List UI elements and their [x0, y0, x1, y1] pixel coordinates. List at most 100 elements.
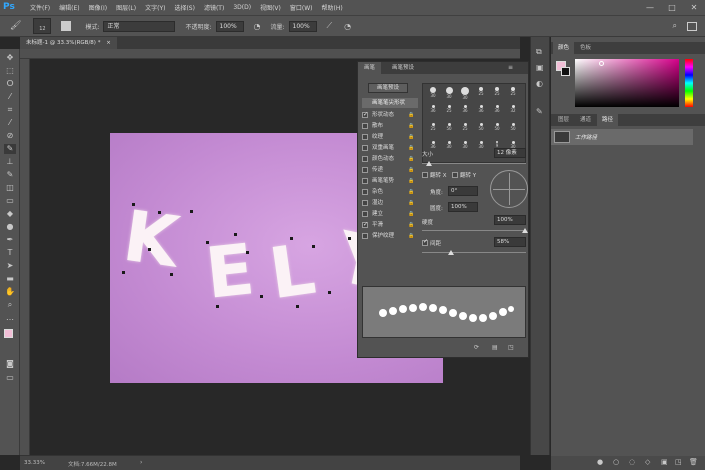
lock-icon[interactable]: 🔒 [408, 198, 414, 208]
spacing-slider-knob[interactable] [448, 250, 454, 255]
brush-tip[interactable]: 36 [475, 105, 487, 116]
path-anchor[interactable] [348, 237, 351, 240]
quick-mask-icon[interactable]: ◙ [4, 359, 16, 369]
menu-filter[interactable]: 滤镜(T) [204, 3, 224, 12]
dodge-tool-icon[interactable]: ● [4, 222, 16, 232]
size-field[interactable]: 12 像素 [494, 148, 526, 158]
brush-tip[interactable]: 30 [443, 141, 455, 152]
brush-tip[interactable]: 30 [459, 141, 471, 152]
brush-option-item[interactable]: 散布 🔒 [362, 121, 418, 131]
brush-tip[interactable]: 30 [475, 141, 487, 152]
brush-option-checkbox[interactable] [362, 156, 368, 162]
brush-option-checkbox[interactable] [362, 211, 368, 217]
hardness-field[interactable]: 100% [494, 215, 526, 225]
path-anchor[interactable] [148, 248, 151, 251]
brush-tool-icon[interactable]: ✎ [4, 144, 16, 154]
menu-type[interactable]: 文字(Y) [145, 3, 165, 12]
brush-presets-button[interactable]: 画笔预设 [368, 83, 408, 93]
search-icon[interactable]: ⌕ [673, 21, 677, 31]
brush-tip[interactable]: 50 [491, 123, 503, 134]
eraser-tool-icon[interactable]: ◫ [4, 183, 16, 193]
lock-icon[interactable]: 🔒 [408, 132, 414, 142]
more-tools-icon[interactable]: … [4, 313, 16, 323]
properties-icon[interactable]: ▣ [536, 63, 544, 72]
brush-tip[interactable]: 25 [459, 123, 471, 134]
status-arrow-icon[interactable]: › [140, 459, 142, 466]
brush-tip[interactable]: 25 [507, 87, 519, 98]
spacing-slider[interactable] [422, 252, 526, 253]
brush-library-icon[interactable]: ▤ [492, 344, 498, 351]
zoom-tool-icon[interactable]: ⌕ [4, 300, 16, 310]
brush-tip[interactable]: 25 [443, 105, 455, 116]
size-slider-knob[interactable] [426, 161, 432, 166]
brush-tip[interactable]: 36 [427, 105, 439, 116]
brush-option-checkbox[interactable] [362, 178, 368, 184]
shape-tool-icon[interactable]: ▬ [4, 274, 16, 284]
brush-option-checkbox[interactable] [362, 123, 368, 129]
brush-option-item[interactable]: 颜色动态 🔒 [362, 154, 418, 164]
path-select-tool-icon[interactable]: ➤ [4, 261, 16, 271]
eyedropper-tool-icon[interactable]: ⁄ [4, 118, 16, 128]
brush-option-item[interactable]: 湿边 🔒 [362, 198, 418, 208]
document-tab-close-icon[interactable]: × [106, 40, 111, 46]
brush-panel-icon[interactable]: ✎ [536, 107, 543, 116]
move-tool-icon[interactable]: ✥ [4, 53, 16, 63]
brush-tip[interactable]: 36 [491, 105, 503, 116]
brush-tip[interactable]: 36 [459, 105, 471, 116]
path-anchor[interactable] [290, 237, 293, 240]
path-anchor[interactable] [206, 241, 209, 244]
menu-window[interactable]: 窗口(W) [290, 3, 313, 12]
color-picker-field[interactable] [575, 59, 679, 107]
load-selection-icon[interactable]: ◌ [629, 458, 635, 466]
zoom-level[interactable]: 33.33% [24, 460, 45, 466]
brush-option-checkbox[interactable] [362, 145, 368, 151]
brush-tip[interactable]: 25 [427, 123, 439, 134]
lock-icon[interactable]: 🔒 [408, 110, 414, 120]
brush-panel-toggle-icon[interactable] [61, 21, 72, 31]
tab-swatches[interactable]: 色板 [575, 42, 596, 54]
tab-channels[interactable]: 通道 [575, 114, 596, 126]
brush-tip[interactable]: 25 [475, 87, 487, 98]
panel-background-swatch[interactable] [561, 67, 570, 76]
menu-layer[interactable]: 图层(L) [116, 3, 136, 12]
screen-mode-icon[interactable]: ▭ [4, 373, 16, 383]
path-anchor[interactable] [122, 271, 125, 274]
pressure-opacity-icon[interactable]: ◔ [254, 22, 261, 31]
hardness-slider-knob[interactable] [522, 228, 528, 233]
lock-icon[interactable]: 🔒 [408, 165, 414, 175]
menu-file[interactable]: 文件(F) [30, 3, 50, 12]
path-anchor[interactable] [260, 295, 263, 298]
gradient-tool-icon[interactable]: ▭ [4, 196, 16, 206]
adjustments-icon[interactable]: ◐ [536, 79, 543, 88]
menu-image[interactable]: 图像(I) [89, 3, 107, 12]
add-mask-icon[interactable]: ▣ [661, 458, 668, 466]
path-anchor[interactable] [328, 291, 331, 294]
foreground-color-swatch[interactable] [4, 329, 13, 338]
brush-option-item[interactable]: 平滑 🔒 [362, 220, 418, 230]
lock-icon[interactable]: 🔒 [408, 231, 414, 241]
stamp-tool-icon[interactable]: ⊥ [4, 157, 16, 167]
hardness-slider[interactable] [422, 230, 526, 231]
brush-option-checkbox[interactable] [362, 167, 368, 173]
marquee-tool-icon[interactable]: ⬚ [4, 66, 16, 76]
brush-option-item[interactable]: 双重画笔 🔒 [362, 143, 418, 153]
brush-tip[interactable]: 32 [507, 105, 519, 116]
lasso-tool-icon[interactable]: ⵔ [4, 79, 16, 89]
path-anchor[interactable] [312, 245, 315, 248]
brush-tip[interactable]: 30 [459, 87, 471, 100]
brush-option-item[interactable]: 建立 🔒 [362, 209, 418, 219]
tab-brush-presets[interactable]: 画笔预设 [386, 62, 420, 74]
menu-view[interactable]: 视图(V) [260, 3, 281, 12]
brush-option-item[interactable]: 保护纹理 🔒 [362, 231, 418, 241]
toggle-bristle-preview-icon[interactable]: ⟳ [474, 344, 479, 351]
menu-edit[interactable]: 编辑(E) [59, 3, 79, 12]
maximize-button[interactable]: □ [661, 3, 683, 12]
menu-3d[interactable]: 3D(D) [233, 4, 251, 11]
tab-paths[interactable]: 路径 [597, 114, 619, 126]
brush-option-item[interactable]: 形状动态 🔒 [362, 110, 418, 120]
path-anchor[interactable] [132, 203, 135, 206]
flip-x-checkbox[interactable] [422, 172, 428, 178]
brush-tip[interactable]: 25 [491, 87, 503, 98]
lock-icon[interactable]: 🔒 [408, 143, 414, 153]
brush-tip[interactable]: 50 [507, 123, 519, 134]
